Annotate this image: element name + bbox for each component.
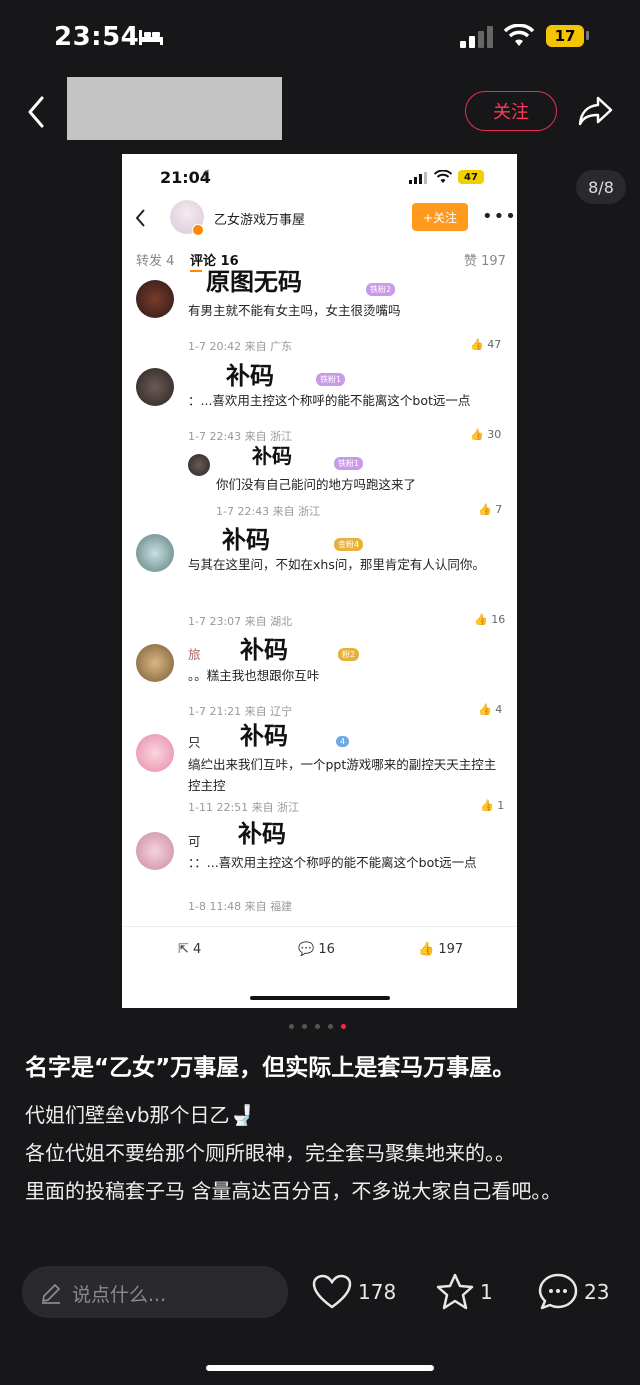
comment-likes: 👍 1 bbox=[480, 799, 505, 812]
embedded-home-indicator bbox=[250, 996, 390, 1000]
embedded-battery-icon: 47 bbox=[458, 170, 484, 184]
comment-text: ：...喜欢用主控这个称呼的能不能离这个bot远一点 bbox=[188, 393, 471, 408]
comment-meta: 1-7 20:42 来自 广东 bbox=[188, 340, 293, 353]
embedded-like-count: 👍 197 bbox=[418, 942, 464, 957]
like-heart-icon[interactable] bbox=[312, 1274, 352, 1310]
comment-text: 有男主就不能有女主吗，女主很烫嘴吗 bbox=[188, 303, 401, 318]
comment-bubble-icon[interactable] bbox=[538, 1273, 578, 1311]
commenter-avatar bbox=[136, 734, 174, 772]
redaction-stamp: 补码 bbox=[222, 356, 278, 391]
redacted-username bbox=[67, 77, 282, 140]
post-body-line: 代姐们壁垒vb那个日乙🚽 bbox=[25, 1103, 255, 1127]
battery-tip bbox=[586, 31, 589, 40]
embedded-repost-count: ⇱ 4 bbox=[178, 942, 202, 957]
comment-likes: 👍 7 bbox=[478, 503, 503, 516]
comment-likes: 👍 16 bbox=[474, 613, 506, 626]
fan-badge: 铁粉1 bbox=[316, 373, 346, 386]
redaction-stamp: 补码 bbox=[218, 520, 274, 555]
carousel-dot bbox=[328, 1024, 333, 1029]
commenter-avatar bbox=[136, 644, 174, 682]
tab-likes: 赞 197 bbox=[464, 254, 506, 269]
fan-badge: 铁粉2 bbox=[366, 283, 396, 296]
post-body: 代姐们壁垒vb那个日乙🚽 各位代姐不要给那个厕所眼神，完全套马聚集地来的。。 里… bbox=[25, 1096, 615, 1210]
comment-meta: 1-7 22:43 来自 浙江 bbox=[216, 505, 321, 518]
wifi-icon bbox=[504, 24, 534, 46]
carousel-dot-active bbox=[341, 1024, 346, 1029]
like-count: 178 bbox=[358, 1280, 397, 1304]
battery-icon: 17 bbox=[546, 25, 584, 47]
embedded-divider bbox=[122, 926, 517, 927]
pencil-icon bbox=[42, 1284, 60, 1304]
redaction-stamp: 补码 bbox=[236, 630, 292, 665]
fan-badge: 4 bbox=[336, 736, 350, 747]
sleep-bed-icon bbox=[139, 30, 163, 45]
embedded-follow-button: +关注 bbox=[412, 203, 468, 231]
commenter-avatar bbox=[188, 454, 210, 476]
redaction-stamp: 原图无码 bbox=[202, 262, 306, 297]
fan-badge: 铁粉1 bbox=[334, 457, 364, 470]
post-body-line: 里面的投稿套子马 含量高达百分百，不多说大家自己看吧。。 bbox=[25, 1179, 562, 1203]
fan-badge: 金粉4 bbox=[334, 538, 364, 551]
comment-meta: 1-7 23:07 来自 湖北 bbox=[188, 615, 293, 628]
commenter-avatar bbox=[136, 534, 174, 572]
post-body-line: 各位代姐不要给那个厕所眼神，完全套马聚集地来的。。 bbox=[25, 1141, 515, 1165]
more-icon: ••• bbox=[482, 206, 517, 227]
commenter-name-prefix: 旅 bbox=[188, 647, 201, 662]
back-arrow-icon[interactable] bbox=[26, 95, 46, 129]
image-page-indicator: 8/8 bbox=[576, 170, 626, 204]
carousel-dot bbox=[289, 1024, 294, 1029]
embedded-comment-count: 💬 16 bbox=[298, 942, 335, 957]
comment-text: 。。糕主我也想跟你互咔 bbox=[188, 668, 320, 683]
embedded-wifi-icon bbox=[434, 170, 452, 183]
cell-signal-icon bbox=[460, 26, 493, 48]
carousel-dot bbox=[315, 1024, 320, 1029]
commenter-avatar bbox=[136, 832, 174, 870]
embedded-signal-icon bbox=[409, 172, 427, 184]
favorite-star-icon[interactable] bbox=[435, 1273, 475, 1311]
favorite-count: 1 bbox=[480, 1280, 493, 1304]
comment-meta: 1-8 11:48 来自 福建 bbox=[188, 900, 293, 913]
account-title: 乙女游戏万事屋 bbox=[214, 213, 306, 228]
embedded-back-icon bbox=[135, 209, 145, 227]
redaction-stamp: 补码 bbox=[234, 814, 290, 849]
fan-badge: 粉2 bbox=[338, 648, 360, 661]
comment-text: ：：...喜欢用主控这个称呼的能不能离这个bot远一点 bbox=[188, 855, 477, 870]
comment-placeholder: 说点什么... bbox=[72, 1284, 167, 1306]
post-image[interactable]: 21:04 ☾ 47 乙女游戏万事屋 +关注 ••• 转发 4 评论 16 赞 … bbox=[122, 154, 517, 1008]
comment-meta: 1-11 22:51 来自 浙江 bbox=[188, 801, 300, 814]
home-indicator bbox=[206, 1365, 434, 1371]
comment-likes: 👍 47 bbox=[470, 338, 502, 351]
carousel-dots bbox=[289, 1024, 346, 1029]
moon-icon: ☾ bbox=[202, 168, 215, 184]
status-time: 23:54 bbox=[54, 22, 140, 52]
post-title: 名字是“乙女”万事屋，但实际上是套马万事屋。 bbox=[25, 1055, 516, 1081]
commenter-avatar bbox=[136, 280, 174, 318]
redaction-stamp: 补码 bbox=[236, 716, 292, 751]
comment-count: 23 bbox=[584, 1280, 610, 1304]
verified-badge bbox=[192, 224, 204, 236]
comment-likes: 👍 4 bbox=[478, 703, 503, 716]
commenter-name-prefix: 可 bbox=[188, 834, 201, 849]
commenter-name-prefix: 只 bbox=[188, 735, 201, 750]
follow-button[interactable]: 关注 bbox=[465, 91, 557, 131]
comment-text: 缟纻出来我们互咔，一个ppt游戏哪来的副控天天主控主控主控 bbox=[188, 757, 497, 793]
commenter-avatar bbox=[136, 368, 174, 406]
comment-text: 与其在这里问，不如在xhs问，那里肯定有人认同你。 bbox=[188, 557, 485, 572]
redaction-stamp: 补码 bbox=[248, 440, 296, 469]
tab-repost: 转发 4 bbox=[136, 254, 175, 269]
share-icon[interactable] bbox=[578, 94, 614, 128]
carousel-dot bbox=[302, 1024, 307, 1029]
comment-text: 你们没有自己能问的地方吗跑这来了 bbox=[216, 477, 417, 492]
comment-likes: 👍 30 bbox=[470, 428, 502, 441]
